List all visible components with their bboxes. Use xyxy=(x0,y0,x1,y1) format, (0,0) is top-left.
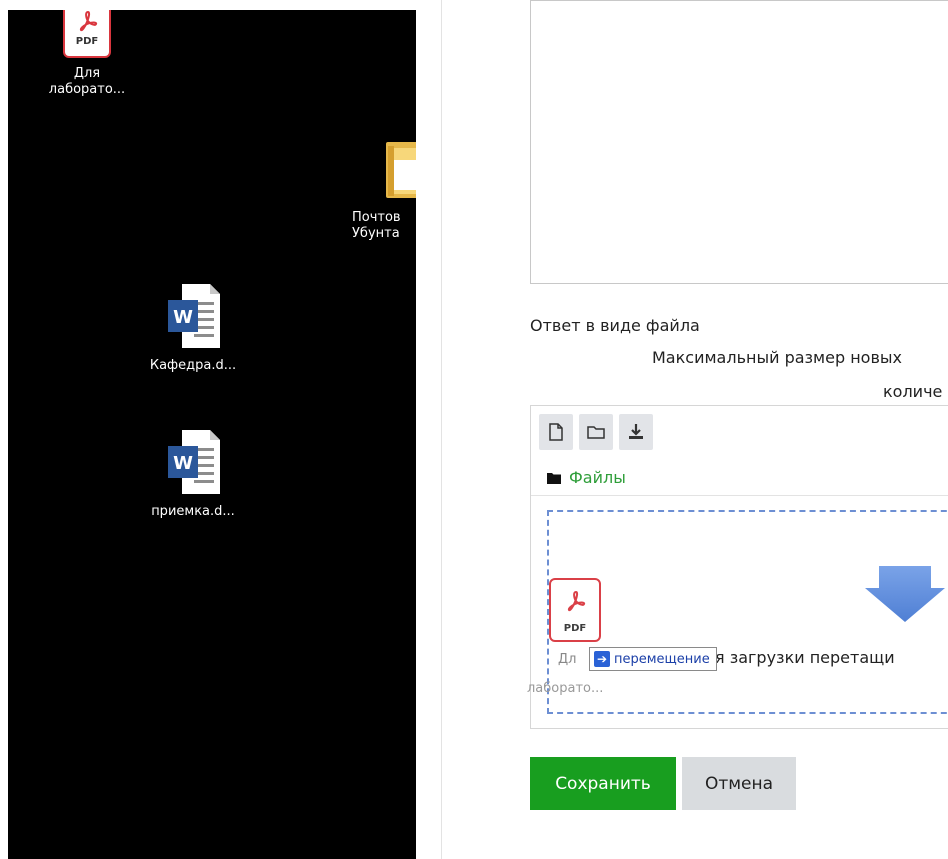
desktop-icon-label: Кафедра.d... xyxy=(149,358,237,373)
drop-instructions: я загрузки перетащи xyxy=(715,648,895,667)
desktop-icon-kafedra[interactable]: W Кафедра.d... xyxy=(138,282,248,374)
pdf-badge: PDF xyxy=(563,623,587,634)
folder-path-link[interactable]: Файлы xyxy=(569,468,626,487)
desktop-icon-label: лаборато... xyxy=(48,82,126,97)
pdf-file-icon: PDF xyxy=(549,578,601,642)
word-file-icon: W xyxy=(164,282,222,350)
drop-arrow-icon xyxy=(865,566,945,622)
add-file-button[interactable] xyxy=(539,414,573,450)
save-button[interactable]: Сохранить xyxy=(530,757,676,810)
folder-icon xyxy=(378,138,416,204)
desktop-icon-priemka[interactable]: W приемка.d... xyxy=(138,428,248,520)
file-drop-zone[interactable]: я загрузки перетащи xyxy=(547,510,948,714)
desktop-icon-pdf[interactable]: PDF Для лаборато... xyxy=(42,10,132,98)
desktop-icon-label: Для xyxy=(73,66,101,81)
create-folder-button[interactable] xyxy=(579,414,613,450)
dragged-file-label: лаборато... xyxy=(527,681,604,696)
acrobat-swirl-icon xyxy=(79,10,98,32)
svg-text:W: W xyxy=(173,453,193,474)
cancel-button[interactable]: Отмена xyxy=(682,757,796,810)
dragged-file: PDF xyxy=(549,578,601,642)
desktop-icon-folder[interactable]: Почтов Убунта xyxy=(352,138,416,242)
new-file-icon xyxy=(549,423,563,441)
arrow-right-icon: ➔ xyxy=(594,651,610,667)
desktop-icon-label: Почтов xyxy=(352,210,401,225)
download-icon xyxy=(629,424,643,439)
max-size-text: Максимальный размер новых xyxy=(652,348,902,367)
screen: PDF Для лаборато... Почтов Убунта W Кафе… xyxy=(0,0,948,859)
folder-outline-icon xyxy=(587,426,605,439)
move-tooltip: ➔ перемещение xyxy=(589,647,717,671)
svg-text:W: W xyxy=(173,307,193,328)
move-tooltip-label: перемещение xyxy=(614,651,710,667)
file-manager-toolbar xyxy=(539,414,653,450)
folder-icon xyxy=(547,472,561,484)
pdf-badge: PDF xyxy=(75,36,99,47)
word-file-icon: W xyxy=(164,428,222,496)
acrobat-swirl-icon xyxy=(567,590,586,612)
column-divider xyxy=(441,0,442,859)
dragged-file-label: Дл xyxy=(558,652,577,667)
pdf-file-icon: PDF xyxy=(63,10,111,58)
file-answer-label: Ответ в виде файла xyxy=(530,316,700,335)
folder-breadcrumb: Файлы xyxy=(547,468,626,487)
download-all-button[interactable] xyxy=(619,414,653,450)
desktop: PDF Для лаборато... Почтов Убунта W Кафе… xyxy=(8,10,416,859)
desktop-icon-label: приемка.d... xyxy=(151,504,235,519)
text-editor-area[interactable] xyxy=(530,0,948,284)
desktop-icon-label: Убунта xyxy=(352,226,400,241)
toolbar-divider xyxy=(531,495,948,496)
max-count-text: количе xyxy=(883,382,943,401)
